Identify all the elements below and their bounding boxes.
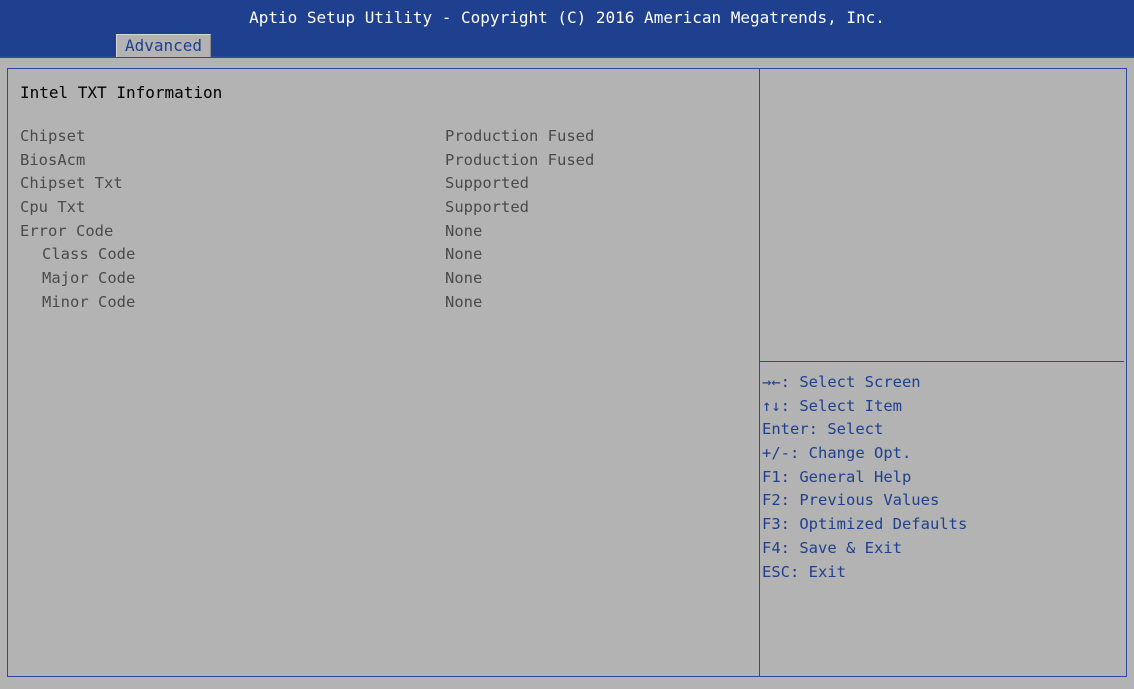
row-value: Supported bbox=[445, 198, 529, 217]
info-row-major-code: Major Code None bbox=[20, 267, 750, 291]
info-row-error-code: Error Code None bbox=[20, 220, 750, 244]
row-value: Supported bbox=[445, 174, 529, 193]
row-label: BiosAcm bbox=[20, 150, 86, 169]
row-value: None bbox=[445, 245, 483, 264]
info-row-cpu-txt: Cpu Txt Supported bbox=[20, 196, 750, 220]
row-value: Production Fused bbox=[445, 150, 595, 169]
row-label: Major Code bbox=[42, 269, 136, 288]
info-row-biosacm: BiosAcm Production Fused bbox=[20, 149, 750, 173]
app-title: Aptio Setup Utility - Copyright (C) 2016… bbox=[249, 8, 885, 27]
row-value: None bbox=[445, 269, 483, 288]
row-label: Chipset bbox=[20, 127, 86, 145]
info-row-minor-code: Minor Code None bbox=[20, 291, 750, 315]
row-label: Cpu Txt bbox=[20, 198, 86, 217]
row-value: None bbox=[445, 292, 483, 311]
help-general-help: F1: General Help bbox=[762, 467, 912, 486]
info-list: Chipset Production Fused BiosAcm Product… bbox=[20, 125, 750, 315]
section-title: Intel TXT Information bbox=[20, 83, 223, 102]
settings-panel: Intel TXT Information Chipset Production… bbox=[8, 69, 760, 676]
info-row-class-code: Class Code None bbox=[20, 243, 750, 267]
help-divider bbox=[760, 361, 1124, 362]
help-save-exit: F4: Save & Exit bbox=[762, 538, 902, 557]
help-change-opt: +/-: Change Opt. bbox=[762, 444, 912, 463]
help-optimized-defaults: F3: Optimized Defaults bbox=[762, 515, 968, 534]
help-select-item: ↑↓: Select Item bbox=[762, 396, 902, 415]
info-row-chipset-txt: Chipset Txt Supported bbox=[20, 172, 750, 196]
row-label: Class Code bbox=[42, 245, 136, 264]
info-row-chipset: Chipset Production Fused bbox=[20, 125, 750, 149]
main-frame: Intel TXT Information Chipset Production… bbox=[7, 68, 1127, 677]
header-bar: Aptio Setup Utility - Copyright (C) 2016… bbox=[0, 0, 1134, 58]
row-value: None bbox=[445, 221, 483, 240]
row-label: Chipset Txt bbox=[20, 174, 123, 193]
help-enter-select: Enter: Select bbox=[762, 420, 884, 439]
row-value: Production Fused bbox=[445, 127, 595, 145]
tab-advanced[interactable]: Advanced bbox=[116, 34, 212, 57]
row-label: Minor Code bbox=[42, 292, 136, 311]
help-select-screen: →←: Select Screen bbox=[762, 373, 921, 391]
help-previous-values: F2: Previous Values bbox=[762, 491, 940, 510]
help-panel: →←: Select Screen ↑↓: Select Item Enter:… bbox=[760, 69, 1126, 676]
key-help-list: →←: Select Screen ↑↓: Select Item Enter:… bbox=[762, 371, 967, 584]
help-esc-exit: ESC: Exit bbox=[762, 562, 846, 581]
row-label: Error Code bbox=[20, 221, 114, 240]
